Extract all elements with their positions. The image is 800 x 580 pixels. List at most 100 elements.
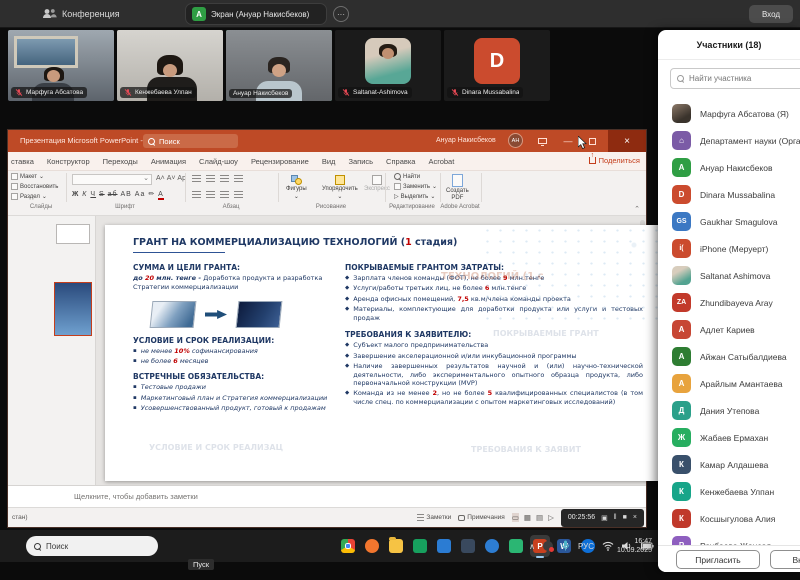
tab-more-icon[interactable]: ···: [333, 6, 349, 22]
create-pdf-button[interactable]: СоздатьPDF: [446, 174, 469, 201]
quick-styles-button[interactable]: Экспресс: [364, 175, 390, 192]
unmute-all-button[interactable]: Включ: [770, 550, 800, 569]
participant-search-box[interactable]: [670, 68, 800, 89]
app-green2-icon[interactable]: [506, 535, 526, 557]
ribbon-group-label: Adobe Acrobat: [440, 204, 479, 210]
participant-row[interactable]: Saltanat Ashimova: [658, 262, 800, 289]
collapse-ribbon-icon[interactable]: ⌃: [634, 205, 640, 213]
arrange-button[interactable]: Упорядочить⌄: [322, 175, 358, 200]
ribbon-tab-справка[interactable]: Справка: [386, 157, 415, 166]
pause-icon[interactable]: ‖: [614, 514, 617, 521]
stop-icon[interactable]: ■: [623, 514, 627, 521]
ribbon-tab-анимация[interactable]: Анимация: [151, 157, 186, 166]
ribbon-tab-слайд-шоу[interactable]: Слайд-шоу: [199, 157, 238, 166]
select-button[interactable]: ▷Выделить ⌄: [394, 193, 435, 200]
find-button[interactable]: Найти: [394, 173, 420, 180]
outlook-icon[interactable]: [434, 535, 454, 557]
font-size-buttons[interactable]: А˄ А˅ Ар: [156, 175, 186, 182]
slide-bullet: ◆Услуги/работы третьих лиц, не более 6 м…: [345, 284, 643, 292]
microphone-tray-icon[interactable]: [561, 540, 570, 552]
ribbon-tab-вид[interactable]: Вид: [322, 157, 336, 166]
participant-row[interactable]: ККосшыгулова Алия: [658, 505, 800, 532]
numbering-icon[interactable]: [206, 175, 215, 183]
participant-row[interactable]: ККенжебаева Улпан: [658, 478, 800, 505]
section-button[interactable]: Раздел ⌄: [11, 193, 47, 200]
participant-row[interactable]: DDinara Mussabalina: [658, 181, 800, 208]
app-green-icon[interactable]: [410, 535, 430, 557]
video-tile[interactable]: Ануар Накисбеков: [226, 30, 332, 101]
login-button[interactable]: Вход: [749, 5, 793, 23]
file-explorer-icon[interactable]: [386, 535, 406, 557]
firefox-icon[interactable]: [362, 535, 382, 557]
slide-canvas[interactable]: ГРАНТ НА КОММЕРЦИАЛИЗАЦИЮ ТЕХНОЛОГИЙ (1 …: [105, 225, 661, 481]
participant-row[interactable]: Марфуга Абсатова (Я): [658, 100, 800, 127]
invite-button[interactable]: Пригласить: [676, 550, 760, 569]
layout-button[interactable]: Макет ⌄: [11, 173, 44, 180]
line-spacing-icon[interactable]: [234, 175, 243, 183]
comments-toggle[interactable]: Примечания: [458, 514, 505, 521]
participant-row[interactable]: ЖЖабаев Ермахан: [658, 424, 800, 451]
shapes-button[interactable]: Фигуры⌄: [286, 175, 307, 200]
participant-row[interactable]: ⌂Департамент науки (Орга: [658, 127, 800, 154]
participant-row[interactable]: ZAZhundibayeva Aray: [658, 289, 800, 316]
camera-icon[interactable]: ▣: [601, 514, 608, 522]
notes-placeholder[interactable]: Щелкните, чтобы добавить заметки: [74, 492, 198, 501]
ppt-account-name[interactable]: Ануар Накисбеков: [436, 137, 496, 144]
video-tile[interactable]: DDinara Mussabalina: [444, 30, 550, 101]
participant-row[interactable]: ААйжан Сатыбалдиева: [658, 343, 800, 370]
chrome-icon[interactable]: [338, 535, 358, 557]
align-right-icon[interactable]: [220, 191, 229, 199]
view-switcher[interactable]: ▭▦▤▷: [512, 513, 554, 522]
recording-toolbar[interactable]: 00:25:56 ▣ ‖ ■ ×: [561, 509, 644, 527]
participant-search-input[interactable]: [689, 74, 799, 83]
ribbon-tab-ставка[interactable]: ставка: [11, 157, 34, 166]
ppt-share-button[interactable]: Поделиться: [589, 156, 640, 165]
indent-icon[interactable]: [220, 175, 229, 183]
participant-row[interactable]: ААдлет Кариев: [658, 316, 800, 343]
participant-row[interactable]: i(iPhone (Меруерт): [658, 235, 800, 262]
tray-chevron-icon[interactable]: ∧: [529, 542, 535, 551]
ribbon-tab-рецензирование[interactable]: Рецензирование: [251, 157, 309, 166]
minimize-button[interactable]: —: [556, 130, 580, 152]
taskbar-clock[interactable]: 16:47 10.09.2025: [592, 537, 652, 555]
participant-row[interactable]: РРаубаева Жансая: [658, 532, 800, 545]
participant-row[interactable]: ККамар Алдашева: [658, 451, 800, 478]
columns-icon[interactable]: [234, 191, 243, 199]
ribbon-tab-конструктор[interactable]: Конструктор: [47, 157, 90, 166]
video-tile[interactable]: Марфуга Абсатова: [8, 30, 114, 101]
ribbon-tab-запись[interactable]: Запись: [348, 157, 373, 166]
notes-toggle[interactable]: Заметки: [417, 514, 451, 521]
align-left-icon[interactable]: [192, 191, 201, 199]
ppt-account-avatar[interactable]: АН: [508, 133, 523, 148]
replace-button[interactable]: Заменить ⌄: [394, 183, 437, 190]
app-dark-icon[interactable]: [458, 535, 478, 557]
font-style-buttons[interactable]: Ж К Ч S аб АВ Аа ✏ А: [72, 190, 164, 200]
conference-tab-label[interactable]: Конференция: [62, 9, 120, 19]
display-settings-icon[interactable]: [530, 130, 554, 152]
align-center-icon[interactable]: [206, 191, 215, 199]
slide-thumbnail-selected[interactable]: [54, 282, 92, 336]
participant-avatar: К: [672, 482, 691, 501]
ribbon-tab-переходы[interactable]: Переходы: [103, 157, 138, 166]
edge-icon[interactable]: [482, 535, 502, 557]
slide-thumbnails-panel[interactable]: [8, 216, 96, 485]
close-recbar-icon[interactable]: ×: [633, 514, 637, 521]
screen-share-tab[interactable]: А Экран (Ануар Накисбеков): [185, 3, 327, 25]
close-button[interactable]: ×: [608, 130, 646, 152]
participant-row[interactable]: ААнуар Накисбеков: [658, 154, 800, 181]
slide-thumbnail[interactable]: [56, 224, 90, 244]
participant-row[interactable]: ДДания Утепова: [658, 397, 800, 424]
ribbon-tab-acrobat[interactable]: Acrobat: [428, 157, 454, 166]
taskbar-search[interactable]: Поиск: [26, 536, 158, 556]
video-tile[interactable]: Saltanat-Ashimova: [335, 30, 441, 101]
bullets-icon[interactable]: [192, 175, 201, 183]
notes-pane[interactable]: Щелкните, чтобы добавить заметки: [8, 485, 646, 507]
reset-button[interactable]: Восстановить: [11, 183, 58, 190]
ppt-search-box[interactable]: Поиск: [143, 134, 238, 148]
bullet-icon: ◆: [345, 389, 349, 406]
recorder-tray-icon[interactable]: [543, 541, 553, 551]
video-tile[interactable]: Кенжебаева Улпан: [117, 30, 223, 101]
font-name-dropdown[interactable]: [72, 174, 152, 185]
participant-row[interactable]: GSGaukhar Smagulova: [658, 208, 800, 235]
participant-row[interactable]: ААрайлым Амантаева: [658, 370, 800, 397]
